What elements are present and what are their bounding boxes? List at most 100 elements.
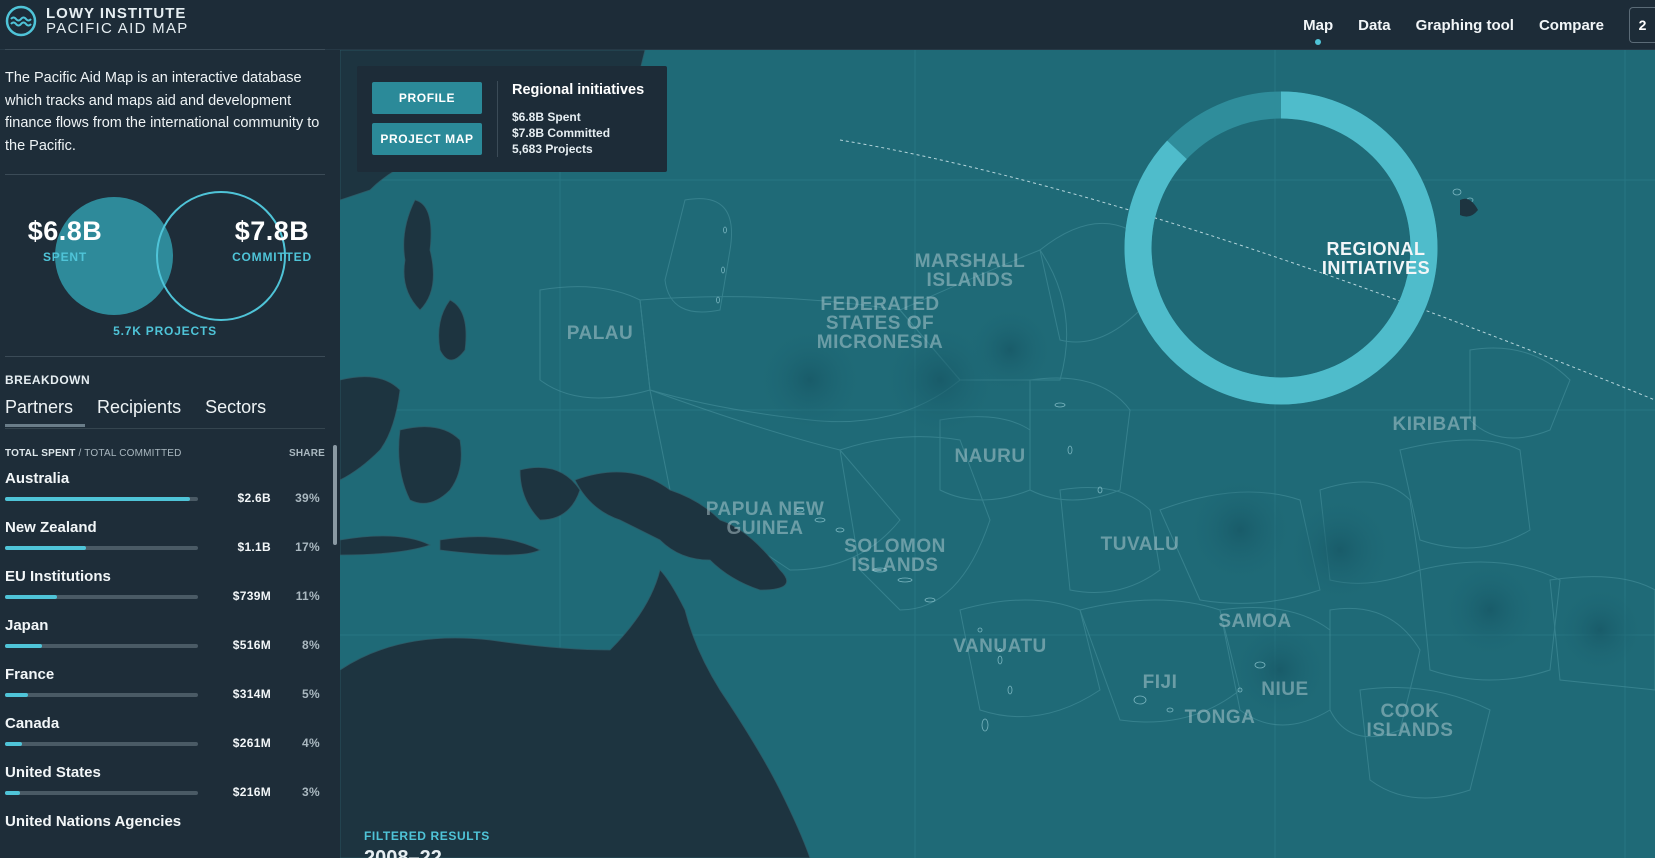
partner-share-fill [5, 693, 29, 697]
panel-spent: $6.8B Spent [512, 110, 581, 124]
partner-name: United Nations Agencies [5, 813, 182, 830]
region-label-marshall-islands[interactable]: MARSHALL ISLANDS [900, 252, 1040, 290]
partner-name: Australia [5, 470, 70, 487]
partner-share-bar [5, 644, 198, 648]
partner-name: Canada [5, 715, 60, 732]
totals-venn: $6.8B SPENT $7.8B COMMITTED [0, 180, 340, 380]
region-label-samoa[interactable]: SAMOA [1195, 612, 1315, 631]
partner-share-fill [5, 595, 58, 599]
partner-name: United States [5, 764, 101, 781]
logo[interactable]: LOWY INSTITUTE PACIFIC AID MAP [5, 5, 189, 37]
committed-stat: $7.8B COMMITTED [222, 216, 322, 264]
partner-share-fill [5, 546, 87, 550]
committed-label: COMMITTED [232, 250, 312, 264]
partner-share: 4% [302, 736, 320, 750]
nav-extra-button[interactable]: 2 [1629, 7, 1655, 43]
region-info-panel: PROFILE PROJECT MAP Regional initiatives… [357, 66, 667, 172]
nav-data[interactable]: Data [1358, 17, 1391, 34]
partner-name: Japan [5, 617, 49, 634]
nav-map[interactable]: Map [1303, 17, 1333, 45]
breakdown-tabs: Partners Recipients Sectors [5, 397, 290, 427]
tab-sectors[interactable]: Sectors [205, 397, 266, 427]
partner-row[interactable]: Australia $2.6B 39% [5, 470, 325, 519]
region-label-micronesia[interactable]: FEDERATED STATES OF MICRONESIA [810, 295, 950, 352]
partner-name: New Zealand [5, 519, 97, 536]
partner-amount: $314M [232, 687, 271, 701]
panel-divider [497, 81, 498, 157]
region-label-tonga[interactable]: TONGA [1160, 708, 1280, 727]
partner-row[interactable]: Canada $261M 4% [5, 715, 325, 764]
partner-row[interactable]: EU Institutions $739M 11% [5, 568, 325, 617]
partner-share-bar [5, 791, 198, 795]
table-header: TOTAL SPENT / TOTAL COMMITTED SHARE [5, 448, 325, 459]
divider [5, 49, 325, 50]
region-label-nauru[interactable]: NAURU [940, 447, 1040, 466]
tab-recipients[interactable]: Recipients [97, 397, 181, 427]
partner-share: 11% [295, 589, 320, 603]
tab-underline [5, 428, 325, 429]
top-header: LOWY INSTITUTE PACIFIC AID MAP Map Data … [0, 0, 1655, 50]
partner-row[interactable]: Japan $516M 8% [5, 617, 325, 666]
partner-name: France [5, 666, 55, 683]
nav-compare[interactable]: Compare [1539, 17, 1604, 34]
sidebar-scrollbar[interactable] [333, 445, 337, 545]
col-total-committed[interactable]: / TOTAL COMMITTED [76, 448, 182, 459]
partner-share: 39% [295, 491, 320, 505]
partner-share-bar [5, 595, 198, 599]
projects-count: 5.7K PROJECTS [113, 324, 217, 338]
partner-amount: $1.1B [237, 540, 271, 554]
committed-value: $7.8B [234, 216, 310, 246]
partner-amount: $2.6B [237, 491, 271, 505]
partner-name: EU Institutions [5, 568, 111, 585]
logo-text: LOWY INSTITUTE PACIFIC AID MAP [46, 6, 189, 36]
partner-share-bar [5, 742, 198, 746]
filtered-results-label: FILTERED RESULTS [364, 829, 490, 843]
map-view[interactable]: PALAU MARSHALL ISLANDS FEDERATED STATES … [340, 50, 1655, 858]
ring-label[interactable]: REGIONAL INITIATIVES [1271, 240, 1481, 278]
region-label-solomon-islands[interactable]: SOLOMON ISLANDS [830, 537, 960, 575]
partner-share-bar [5, 693, 198, 697]
partner-amount: $216M [232, 785, 271, 799]
partner-row[interactable]: United Nations Agencies [5, 813, 325, 858]
nav-graphing-tool[interactable]: Graphing tool [1416, 17, 1514, 34]
partner-row[interactable]: New Zealand $1.1B 17% [5, 519, 325, 568]
sidebar: The Pacific Aid Map is an interactive da… [0, 49, 340, 858]
profile-button[interactable]: PROFILE [372, 82, 482, 114]
col-share[interactable]: SHARE [289, 448, 325, 459]
tab-partners[interactable]: Partners [5, 397, 86, 427]
region-label-niue[interactable]: NIUE [1235, 680, 1335, 699]
divider [5, 356, 325, 357]
partner-share: 3% [302, 785, 320, 799]
partner-row[interactable]: United States $216M 3% [5, 764, 325, 813]
region-label-tuvalu[interactable]: TUVALU [1080, 535, 1200, 554]
partner-list: Australia $2.6B 39% New Zealand $1.1B 17% EU I… [5, 470, 325, 858]
region-label-fiji[interactable]: FIJI [1110, 673, 1210, 692]
region-label-cook-islands[interactable]: COOK ISLANDS [1350, 702, 1470, 740]
divider [5, 174, 325, 175]
partner-share-fill [5, 497, 191, 501]
panel-title: Regional initiatives [512, 82, 645, 98]
logo-line-1: LOWY INSTITUTE [46, 5, 187, 22]
region-label-kiribati[interactable]: KIRIBATI [1375, 415, 1495, 434]
partner-amount: $261M [232, 736, 271, 750]
partner-share-bar [5, 497, 198, 501]
main-nav: Map Data Graphing tool Compare 2 [1303, 0, 1655, 50]
logo-line-2: PACIFIC AID MAP [46, 20, 189, 37]
breakdown-heading: BREAKDOWN [5, 373, 91, 387]
partner-row[interactable]: France $314M 5% [5, 666, 325, 715]
partner-amount: $516M [232, 638, 271, 652]
col-total-spent[interactable]: TOTAL SPENT [5, 448, 76, 459]
project-map-button[interactable]: PROJECT MAP [372, 123, 482, 155]
partner-share-fill [5, 791, 21, 795]
region-label-palau[interactable]: PALAU [545, 324, 655, 343]
region-label-png[interactable]: PAPUA NEW GUINEA [695, 500, 835, 538]
partner-amount: $739M [232, 589, 271, 603]
spent-value: $6.8B [27, 216, 103, 246]
filtered-results-year[interactable]: 2008–22 [364, 847, 442, 858]
spent-stat: $6.8B SPENT [15, 216, 115, 264]
region-label-vanuatu[interactable]: VANUATU [935, 637, 1065, 656]
partner-share: 8% [302, 638, 320, 652]
intro-text: The Pacific Aid Map is an interactive da… [5, 70, 320, 154]
partner-share-bar [5, 546, 198, 550]
panel-committed: $7.8B Committed [512, 126, 611, 140]
